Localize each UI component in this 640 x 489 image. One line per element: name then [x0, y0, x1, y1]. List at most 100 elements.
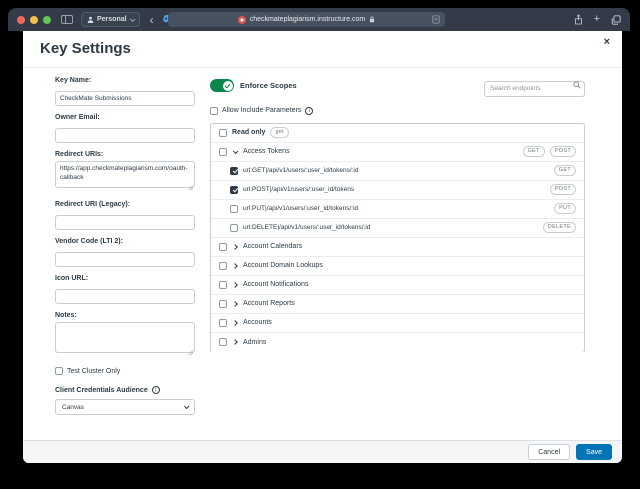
key-name-label: Key Name:: [55, 77, 92, 84]
search-icon: [573, 81, 581, 89]
save-button[interactable]: Save: [576, 444, 612, 460]
group-checkbox[interactable]: [219, 299, 227, 308]
zoom-window-button[interactable]: [43, 15, 51, 24]
page-title: Key Settings: [40, 40, 131, 57]
chevron-down-icon: [232, 147, 239, 154]
group-checkbox[interactable]: [219, 242, 227, 251]
method-badge: GET: [522, 146, 545, 157]
scopes-list: Read only get Access Tokens GET POST url…: [210, 122, 585, 352]
group-checkbox[interactable]: [219, 261, 227, 270]
close-icon[interactable]: ×: [604, 36, 610, 48]
group-label: Account Reports: [243, 300, 295, 307]
address-bar[interactable]: checkmateplagiarism.instructure.com: [168, 12, 445, 27]
person-icon: [87, 16, 94, 23]
window-controls: [17, 15, 51, 24]
scope-checkbox[interactable]: [230, 185, 238, 194]
test-cluster-label: Test Cluster Only: [67, 367, 121, 375]
enforce-scopes-toggle[interactable]: [210, 79, 234, 92]
icon-url-input[interactable]: [55, 289, 195, 304]
scope-group-row[interactable]: Account Notifications: [211, 276, 584, 295]
browser-chrome: Personal ‹ checkmateplagiarism.instructu…: [8, 8, 630, 31]
modal-footer: Cancel Save: [23, 440, 622, 463]
modal-body: Key Name: Owner Email: Redirect URIs: ht…: [23, 68, 622, 440]
chevron-right-icon: [232, 281, 238, 288]
audience-value: Canvas: [62, 403, 85, 411]
scope-group-row[interactable]: Account Reports: [211, 295, 584, 314]
scope-url: url:GET|/api/v1/users/:user_id/tokens/:i…: [243, 167, 359, 174]
scope-row[interactable]: url:POST|/api/v1/users/:user_id/tokens P…: [211, 181, 584, 200]
read-only-badge: get: [270, 127, 289, 138]
notes-textarea[interactable]: [55, 322, 195, 353]
allow-include-label: Allow Include Parameters: [222, 107, 302, 114]
redirect-uri-legacy-label: Redirect URI (Legacy):: [55, 201, 131, 208]
scope-group-row[interactable]: Account Domain Lookups: [211, 257, 584, 276]
method-badge: GET: [553, 165, 576, 176]
redirect-uri-legacy-input[interactable]: [55, 215, 195, 230]
notes-label: Notes:: [55, 312, 77, 319]
chevron-down-icon: [183, 403, 190, 410]
scope-group-row[interactable]: Admins: [211, 333, 584, 352]
chevron-right-icon: [232, 300, 238, 307]
lock-icon: [370, 16, 375, 23]
scope-url: url:PUT|/api/v1/users/:user_id/tokens/:i…: [243, 205, 359, 212]
scope-row[interactable]: url:GET|/api/v1/users/:user_id/tokens/:i…: [211, 162, 584, 181]
redirect-uris-textarea[interactable]: https://app.checkmateplagiarism.com/oaut…: [55, 161, 195, 188]
new-tab-button[interactable]: +: [594, 14, 600, 25]
toggle-check-icon: [222, 80, 233, 91]
group-checkbox[interactable]: [219, 147, 227, 156]
chevron-down-icon: [129, 15, 136, 22]
allow-include-checkbox[interactable]: [210, 106, 218, 115]
scope-checkbox[interactable]: [230, 166, 238, 175]
reader-icon[interactable]: [432, 15, 440, 24]
enforce-scopes-label: Enforce Scopes: [240, 81, 297, 90]
method-badge: POST: [549, 184, 576, 195]
url-text: checkmateplagiarism.instructure.com: [249, 16, 366, 23]
vendor-code-input[interactable]: [55, 252, 195, 267]
scope-url: url:POST|/api/v1/users/:user_id/tokens: [243, 186, 355, 193]
info-icon[interactable]: i: [151, 386, 160, 394]
info-icon[interactable]: i: [305, 106, 314, 115]
group-checkbox[interactable]: [219, 318, 227, 327]
chevron-right-icon: [232, 262, 238, 269]
group-label: Account Calendars: [243, 243, 303, 250]
chevron-right-icon: [232, 339, 238, 345]
profile-button[interactable]: Personal: [81, 12, 140, 27]
key-settings-modal: Key Settings × Key Name: Owner Email: Re…: [23, 31, 622, 463]
scope-checkbox[interactable]: [230, 204, 238, 213]
search-input[interactable]: [484, 80, 585, 97]
scope-row[interactable]: url:PUT|/api/v1/users/:user_id/tokens/:i…: [211, 200, 584, 219]
owner-email-input[interactable]: [55, 128, 195, 143]
modal-header: Key Settings ×: [23, 31, 622, 68]
scope-row[interactable]: url:DELETE|/api/v1/users/:user_id/tokens…: [211, 219, 584, 238]
sidebar-icon[interactable]: [61, 15, 73, 24]
group-checkbox[interactable]: [219, 280, 227, 289]
key-name-input[interactable]: [55, 91, 195, 106]
icon-url-label: Icon URL:: [55, 275, 89, 282]
minimize-window-button[interactable]: [30, 15, 38, 24]
method-badge: DELETE: [542, 222, 576, 233]
site-favicon: [237, 15, 246, 24]
scope-checkbox[interactable]: [230, 223, 238, 232]
method-badge: PUT: [554, 203, 576, 214]
profile-label: Personal: [97, 16, 127, 23]
read-only-row: Read only get: [211, 124, 584, 143]
owner-email-label: Owner Email:: [55, 114, 100, 121]
scope-group-row[interactable]: Account Calendars: [211, 238, 584, 257]
chevron-right-icon: [232, 243, 238, 250]
read-only-checkbox[interactable]: [219, 128, 227, 137]
scope-url: url:DELETE|/api/v1/users/:user_id/tokens…: [243, 224, 371, 231]
scope-group-row[interactable]: Access Tokens GET POST: [211, 143, 584, 162]
group-label: Account Notifications: [243, 281, 309, 288]
method-badge: POST: [549, 146, 576, 157]
scopes-section: Enforce Scopes Allow Include Parameters …: [210, 77, 585, 352]
scope-group-row[interactable]: Accounts: [211, 314, 584, 333]
tab-overview-button[interactable]: [611, 14, 621, 25]
cancel-button[interactable]: Cancel: [528, 444, 571, 460]
share-button[interactable]: [574, 14, 583, 25]
audience-select[interactable]: Canvas: [55, 399, 195, 415]
group-label: Admins: [243, 338, 267, 346]
back-button[interactable]: ‹: [150, 14, 154, 26]
close-window-button[interactable]: [17, 15, 25, 24]
test-cluster-checkbox[interactable]: [55, 367, 63, 375]
group-checkbox[interactable]: [219, 338, 227, 346]
